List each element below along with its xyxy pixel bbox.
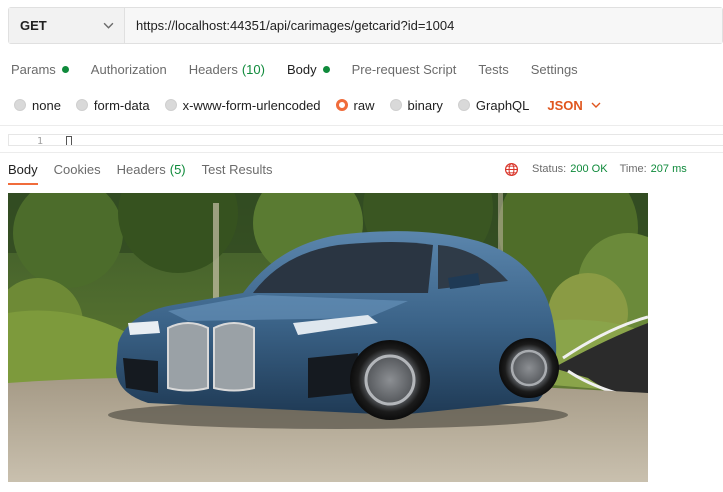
tab-pre-request-script-label: Pre-request Script	[351, 61, 457, 77]
time-value: 207 ms	[650, 163, 687, 175]
response-tab-headers-label: Headers	[116, 161, 166, 177]
editor-line-number: 1	[37, 136, 44, 146]
status-label: Status:	[532, 163, 567, 175]
request-tabs: Params Authorization Headers (10) Body P…	[0, 53, 589, 85]
tab-tests-label: Tests	[478, 61, 509, 77]
divider	[0, 152, 723, 153]
response-tabs: Body Cookies Headers (5) Test Results	[0, 155, 281, 185]
response-tab-test-results[interactable]: Test Results	[194, 155, 281, 183]
body-type-graphql-label: GraphQL	[475, 97, 530, 113]
body-type-options: none form-data x-www-form-urlencoded raw…	[14, 94, 601, 116]
radio-urlencoded[interactable]	[164, 99, 177, 111]
tab-settings-label: Settings	[530, 61, 578, 77]
radio-none[interactable]	[14, 99, 26, 111]
body-type-raw-label: raw	[353, 97, 375, 113]
body-format-label: JSON	[547, 97, 583, 113]
body-type-urlencoded-label: x-www-form-urlencoded	[182, 97, 321, 113]
radio-binary[interactable]	[389, 99, 402, 111]
body-type-form-data[interactable]: form-data	[75, 97, 150, 113]
time-label: Time:	[619, 163, 647, 175]
body-type-binary-label: binary	[407, 97, 443, 113]
body-type-binary[interactable]: binary	[389, 97, 443, 113]
tab-body[interactable]: Body	[276, 53, 341, 85]
url-text: https://localhost:44351/api/carimages/ge…	[136, 18, 455, 33]
response-tab-cookies[interactable]: Cookies	[46, 155, 109, 183]
request-url-bar: GET https://localhost:44351/api/carimage…	[8, 7, 723, 44]
tab-headers[interactable]: Headers (10)	[178, 53, 276, 85]
body-editor[interactable]: 1	[8, 134, 723, 146]
body-type-none[interactable]: none	[14, 98, 61, 113]
response-tab-cookies-label: Cookies	[53, 161, 101, 177]
tab-pre-request-script[interactable]: Pre-request Script	[341, 53, 468, 85]
body-type-raw[interactable]: raw	[335, 97, 375, 113]
response-tab-headers[interactable]: Headers (5)	[109, 155, 194, 183]
body-format-select[interactable]: JSON	[547, 97, 601, 113]
chevron-down-icon	[103, 22, 114, 29]
response-tab-test-results-label: Test Results	[201, 161, 273, 177]
url-input[interactable]: https://localhost:44351/api/carimages/ge…	[125, 8, 722, 43]
body-type-form-data-label: form-data	[93, 97, 150, 113]
http-method-select[interactable]: GET	[9, 8, 125, 43]
tab-authorization-label: Authorization	[90, 61, 167, 77]
radio-form-data[interactable]	[75, 99, 88, 111]
car-photo	[8, 193, 648, 482]
tab-authorization[interactable]: Authorization	[80, 53, 178, 85]
globe-network-icon[interactable]	[504, 162, 519, 177]
tab-settings[interactable]: Settings	[520, 53, 589, 85]
response-tab-body-label: Body	[8, 161, 38, 177]
status-value: 200 OK	[570, 163, 608, 175]
tab-headers-label: Headers	[188, 61, 238, 77]
body-type-graphql[interactable]: GraphQL	[457, 97, 530, 113]
radio-raw[interactable]	[335, 99, 348, 111]
tab-body-label: Body	[286, 61, 317, 77]
editor-cursor	[66, 136, 72, 145]
radio-graphql[interactable]	[457, 99, 470, 111]
params-indicator-dot	[61, 65, 69, 73]
body-type-none-label: none	[32, 97, 61, 113]
tab-params[interactable]: Params	[0, 53, 80, 85]
tab-params-label: Params	[11, 61, 56, 77]
http-method-label: GET	[20, 18, 47, 33]
response-status-bar: Status: 200 OK Time: 207 ms	[504, 159, 687, 179]
tab-tests[interactable]: Tests	[467, 53, 519, 85]
response-tab-body[interactable]: Body	[0, 155, 46, 185]
body-indicator-dot	[322, 65, 330, 73]
response-image-preview	[8, 193, 648, 482]
headers-count: (10)	[241, 61, 265, 77]
response-headers-count: (5)	[169, 161, 186, 177]
divider	[0, 125, 723, 126]
body-type-urlencoded[interactable]: x-www-form-urlencoded	[164, 97, 321, 113]
chevron-down-icon	[591, 102, 601, 108]
